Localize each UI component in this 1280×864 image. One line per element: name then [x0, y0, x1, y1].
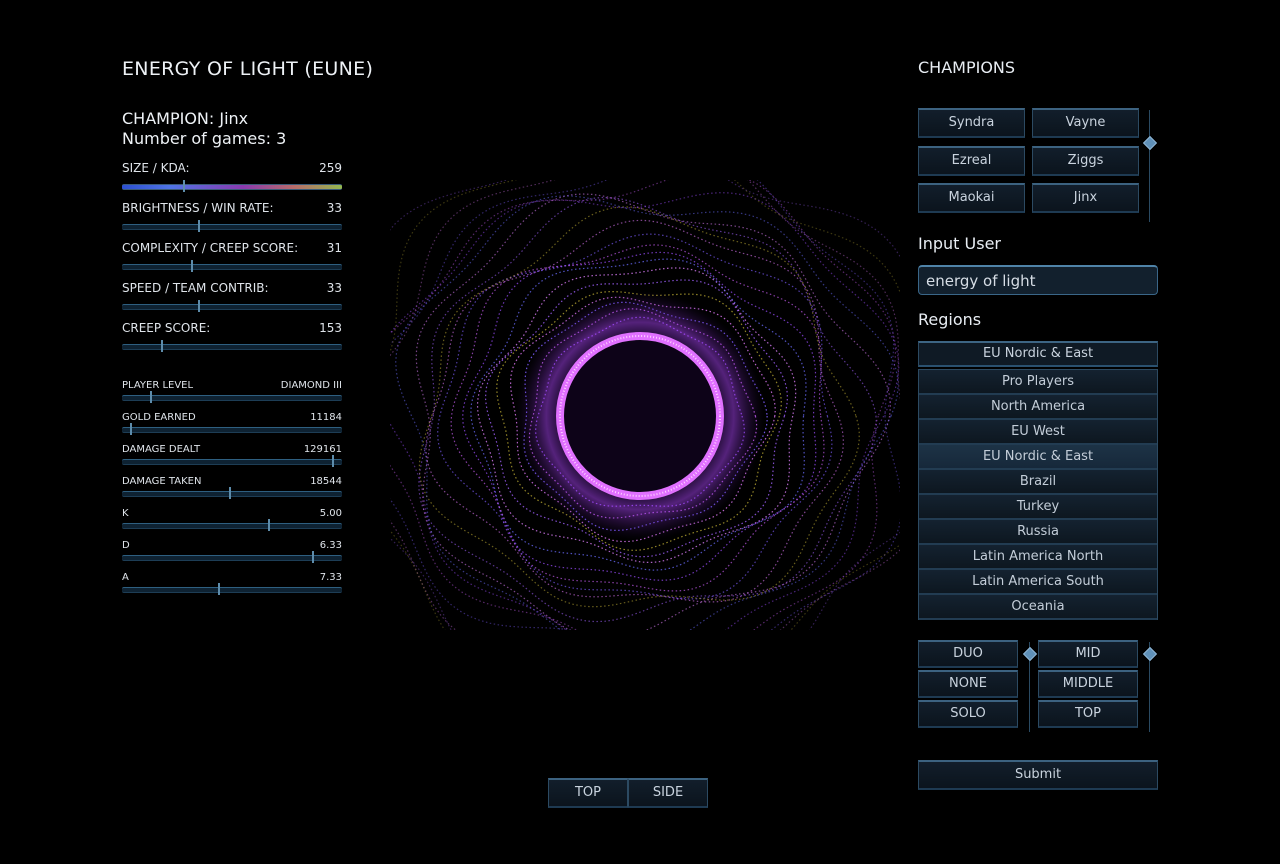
slider-thumb[interactable] — [332, 455, 335, 467]
region-option[interactable]: Turkey — [919, 495, 1157, 520]
champion-label: CHAMPION: Jinx — [122, 109, 249, 128]
lane-button-mid[interactable]: MID — [1038, 640, 1138, 668]
region-option-active[interactable]: EU Nordic & East — [919, 445, 1157, 470]
slider-thumb[interactable] — [228, 487, 231, 499]
detail-label: DAMAGE TAKEN — [122, 476, 202, 487]
region-option[interactable]: Russia — [919, 520, 1157, 545]
detail-value: 18544 — [310, 476, 342, 487]
slider-thumb[interactable] — [217, 583, 220, 595]
complexity-slider-track[interactable] — [122, 260, 342, 272]
winrate-slider-track[interactable] — [122, 220, 342, 232]
region-select[interactable]: EU Nordic & East — [918, 341, 1158, 367]
stat-label: SIZE / KDA: — [122, 161, 190, 175]
detail-slider-track[interactable] — [122, 519, 342, 531]
scroll-handle-icon[interactable] — [1022, 646, 1038, 662]
region-option[interactable]: Oceania — [919, 595, 1157, 620]
detail-slider-track[interactable] — [122, 551, 342, 563]
queue-button-none[interactable]: NONE — [918, 670, 1018, 698]
detail-value: 6.33 — [319, 540, 342, 551]
detail-value: 7.33 — [319, 572, 342, 583]
scroll-handle-icon[interactable] — [1142, 646, 1158, 662]
champion-button-vayne[interactable]: Vayne — [1032, 108, 1139, 138]
input-user-label: Input User — [918, 234, 1001, 253]
stat-value: 31 — [326, 241, 342, 255]
user-input[interactable] — [918, 265, 1158, 295]
detail-damage-taken: DAMAGE TAKEN 18544 — [122, 476, 342, 499]
lane-button-middle[interactable]: MIDDLE — [1038, 670, 1138, 698]
slider-thumb[interactable] — [312, 551, 315, 563]
region-option[interactable]: EU West — [919, 420, 1157, 445]
stat-label: COMPLEXITY / CREEP SCORE: — [122, 241, 299, 255]
detail-slider-track[interactable] — [122, 423, 342, 435]
detail-value: 11184 — [310, 412, 342, 423]
region-option[interactable]: Latin America South — [919, 570, 1157, 595]
detail-label: DAMAGE DEALT — [122, 444, 201, 455]
champion-button-jinx[interactable]: Jinx — [1032, 183, 1139, 213]
detail-slider-track[interactable] — [122, 583, 342, 595]
detail-assists: A 7.33 — [122, 572, 342, 595]
region-option[interactable]: Pro Players — [919, 370, 1157, 395]
slider-thumb[interactable] — [198, 300, 200, 312]
detail-player-level: PLAYER LEVEL DIAMOND III — [122, 380, 342, 403]
detail-gold-earned: GOLD EARNED 11184 — [122, 412, 342, 435]
champion-button-maokai[interactable]: Maokai — [918, 183, 1025, 213]
champion-button-ziggs[interactable]: Ziggs — [1032, 146, 1139, 176]
region-option[interactable]: Brazil — [919, 470, 1157, 495]
detail-label: GOLD EARNED — [122, 412, 196, 423]
energy-visualization[interactable] — [390, 180, 900, 630]
champion-button-syndra[interactable]: Syndra — [918, 108, 1025, 138]
detail-slider-track[interactable] — [122, 455, 342, 467]
slider-thumb[interactable] — [182, 180, 185, 192]
scroll-handle-icon[interactable] — [1142, 135, 1158, 151]
detail-label: PLAYER LEVEL — [122, 380, 194, 391]
detail-label: A — [122, 572, 129, 583]
view-top-button[interactable]: TOP — [548, 778, 628, 808]
regions-label: Regions — [918, 310, 982, 329]
region-dropdown-list: Pro Players North America EU West EU Nor… — [918, 369, 1158, 620]
stat-label: CREEP SCORE: — [122, 321, 211, 335]
stat-value: 153 — [319, 321, 342, 335]
detail-label: D — [122, 540, 130, 551]
stat-speed-team: SPEED / TEAM CONTRIB: 33 — [122, 281, 342, 312]
queue-button-solo[interactable]: SOLO — [918, 700, 1018, 728]
stat-creep-score: CREEP SCORE: 153 — [122, 321, 342, 352]
slider-thumb[interactable] — [198, 220, 200, 232]
detail-value: 5.00 — [319, 508, 342, 519]
view-side-button[interactable]: SIDE — [628, 778, 708, 808]
detail-slider-track[interactable] — [122, 391, 342, 403]
detail-deaths: D 6.33 — [122, 540, 342, 563]
stat-label: SPEED / TEAM CONTRIB: — [122, 281, 269, 295]
kda-slider-track[interactable] — [122, 180, 342, 192]
champion-button-ezreal[interactable]: Ezreal — [918, 146, 1025, 176]
region-option[interactable]: North America — [919, 395, 1157, 420]
slider-thumb[interactable] — [191, 260, 194, 272]
detail-damage-dealt: DAMAGE DEALT 129161 — [122, 444, 342, 467]
slider-thumb[interactable] — [149, 391, 152, 403]
slider-thumb[interactable] — [268, 519, 271, 531]
stat-value: 259 — [319, 161, 342, 175]
detail-kills: K 5.00 — [122, 508, 342, 531]
detail-value: DIAMOND III — [280, 380, 342, 391]
detail-slider-track[interactable] — [122, 487, 342, 499]
stat-value: 33 — [326, 281, 342, 295]
slider-thumb[interactable] — [160, 340, 163, 352]
champions-heading: CHAMPIONS — [918, 58, 1016, 77]
champions-scrollbar[interactable] — [1149, 110, 1150, 222]
detail-label: K — [122, 508, 129, 519]
lane-button-top[interactable]: TOP — [1038, 700, 1138, 728]
stat-value: 33 — [326, 201, 342, 215]
region-option[interactable]: Latin America North — [919, 545, 1157, 570]
stat-size-kda: SIZE / KDA: 259 — [122, 161, 342, 192]
page-title: ENERGY OF LIGHT (EUNE) — [122, 58, 374, 80]
stat-label: BRIGHTNESS / WIN RATE: — [122, 201, 274, 215]
speed-slider-track[interactable] — [122, 300, 342, 312]
stat-complexity-creep: COMPLEXITY / CREEP SCORE: 31 — [122, 241, 342, 272]
stat-brightness-winrate: BRIGHTNESS / WIN RATE: 33 — [122, 201, 342, 232]
detail-value: 129161 — [303, 444, 342, 455]
submit-button[interactable]: Submit — [918, 760, 1158, 790]
games-count: Number of games: 3 — [122, 129, 287, 148]
creep-slider-track[interactable] — [122, 340, 342, 352]
slider-thumb[interactable] — [129, 423, 132, 435]
queue-button-duo[interactable]: DUO — [918, 640, 1018, 668]
